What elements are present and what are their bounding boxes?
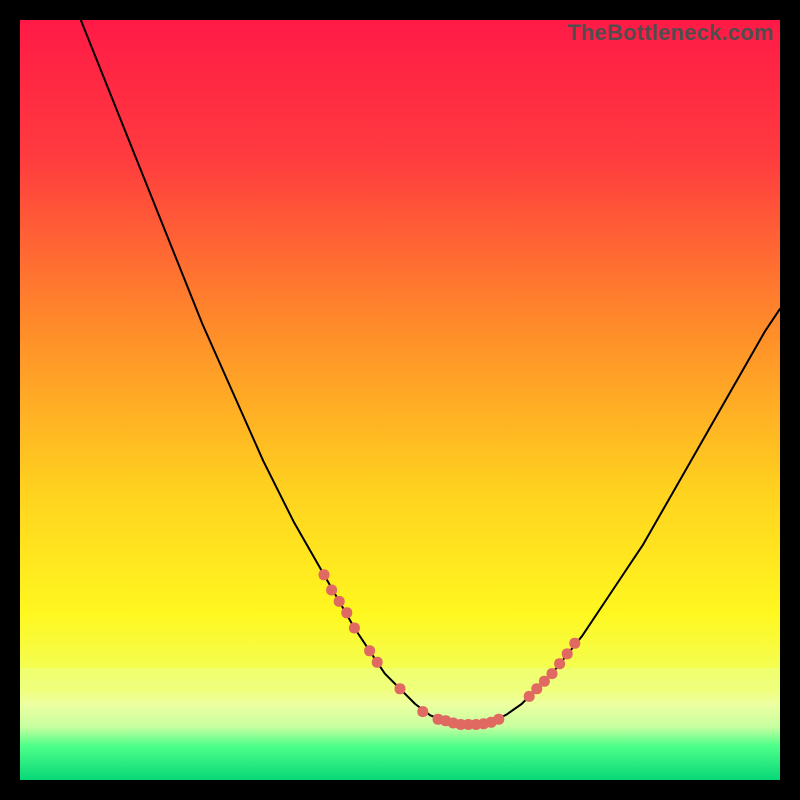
highlight-dot [395, 683, 406, 694]
highlight-dot [364, 645, 375, 656]
chart-frame: TheBottleneck.com [20, 20, 780, 780]
highlight-dot [554, 658, 565, 669]
highlight-dot [334, 596, 345, 607]
highlight-dot [319, 569, 330, 580]
highlight-dot [349, 623, 360, 634]
highlight-dot [569, 638, 580, 649]
plot-svg [20, 20, 780, 780]
highlight-dot [562, 648, 573, 659]
highlight-dot [326, 585, 337, 596]
highlight-dot [417, 706, 428, 717]
gradient-background [20, 20, 780, 780]
watermark-label: TheBottleneck.com [568, 20, 774, 46]
highlight-dot [372, 657, 383, 668]
highlight-dot [547, 668, 558, 679]
highlight-dot [341, 607, 352, 618]
highlight-dot [493, 714, 504, 725]
